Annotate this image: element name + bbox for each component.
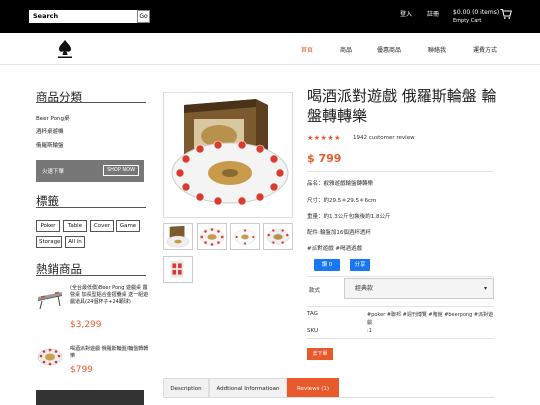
hot-product-price: $799 xyxy=(70,365,93,375)
nav-contact[interactable]: 聯絡我 xyxy=(428,45,446,54)
tag-all-in[interactable]: All in xyxy=(65,236,85,248)
top-bar: Search Go 登入 註冊 $0.00 (0 items) Empty Ca… xyxy=(0,0,540,33)
product-thumbnail[interactable] xyxy=(163,256,193,283)
nav-products[interactable]: 商品 xyxy=(340,45,352,54)
shop-now-button[interactable]: SHOP NOW xyxy=(103,165,139,176)
product-thumbnail[interactable] xyxy=(163,223,193,250)
cart-icon[interactable] xyxy=(500,8,512,20)
tag-value[interactable]: #poker #聯邦 #週刊博覽 #賭館 #beerpong #派對遊戲 xyxy=(367,311,497,327)
spec-accessories: 配件:輪盤加16個酒杯透杯 xyxy=(307,230,371,236)
login-link[interactable]: 登入 xyxy=(400,9,412,18)
rating-stars-icon: ★★★★★ xyxy=(307,134,341,142)
nav-home[interactable]: 首頁 xyxy=(301,45,313,54)
option-select-value: 經典款 xyxy=(355,285,374,292)
promo-banner: 火速下單 SHOP NOW xyxy=(36,160,144,182)
tabs-underline xyxy=(163,397,494,398)
register-link[interactable]: 註冊 xyxy=(427,9,439,18)
sku-value: :1 xyxy=(367,328,372,334)
divider xyxy=(307,171,494,172)
spec-weight: 重量：約1.3公斤包裝後約1.8公斤 xyxy=(307,214,391,220)
category-link[interactable]: Beer Pong桌 xyxy=(36,114,70,122)
categories-divider xyxy=(36,102,146,103)
cart-status: Empty Cart xyxy=(453,18,482,24)
hot-products-divider xyxy=(36,275,146,276)
spec-name: 品名：叡雅遊戲輪盤轉轉樂 xyxy=(307,181,374,187)
sidebar-banner-image[interactable] xyxy=(36,390,144,405)
tag-game[interactable]: Game xyxy=(116,220,140,232)
tag-label: TAG xyxy=(307,311,318,317)
category-link[interactable]: 俄羅斯輪盤 xyxy=(36,141,64,149)
search-button[interactable]: Go xyxy=(137,10,150,23)
sku-label: SKU xyxy=(307,328,318,334)
product-thumbnail[interactable] xyxy=(263,223,293,250)
tag-cover[interactable]: Cover xyxy=(90,220,114,232)
option-select[interactable]: 經典款 ▾ xyxy=(344,278,494,299)
divider xyxy=(307,338,494,339)
nav-shipping[interactable]: 運費方式 xyxy=(473,45,497,54)
product-price: $ 799 xyxy=(307,152,342,165)
chevron-down-icon: ▾ xyxy=(483,285,487,292)
cart-total[interactable]: $0.00 (0 items) xyxy=(453,9,499,16)
tab-reviews[interactable]: Reviews (1) xyxy=(287,378,339,398)
add-to-cart-button[interactable]: 去下單 xyxy=(307,348,333,360)
tag-poker[interactable]: Poker xyxy=(36,220,60,232)
tab-description[interactable]: Description xyxy=(163,378,209,398)
spec-size: 尺寸：約29.5＊29.5＊6cm xyxy=(307,198,377,204)
facebook-share-button[interactable]: 分享 xyxy=(350,259,370,271)
hot-product-price: $3,299 xyxy=(70,320,102,330)
product-title: 喝酒派對遊戲 俄羅斯輪盤 輪盤轉轉樂 xyxy=(307,87,497,125)
facebook-like-button[interactable]: 讚 0 xyxy=(314,259,340,271)
beer-pong-table-thumbnail[interactable] xyxy=(36,285,64,311)
tab-additional-information[interactable]: Addtional Informatioan xyxy=(209,378,287,398)
main-navbar: 首頁 商品 優惠商品 聯絡我 運費方式 xyxy=(0,33,540,65)
promo-banner-text: 火速下單 xyxy=(42,169,65,175)
brand-logo[interactable] xyxy=(55,38,75,60)
search-input[interactable]: Search xyxy=(29,10,137,23)
product-thumbnail[interactable] xyxy=(197,223,227,250)
tag-table[interactable]: Table xyxy=(63,220,87,232)
hot-product-name[interactable]: 喝酒派對遊戲 俄羅斯輪盤/輪盤轉轉樂 xyxy=(70,346,150,360)
nav-deals[interactable]: 優惠商品 xyxy=(377,45,401,54)
product-thumbnail[interactable] xyxy=(230,223,260,250)
hot-product-name[interactable]: (全台最低價)Beer Pong 遊戲桌 露營桌 加長型鋁合金摺疊桌 送一組遊戲… xyxy=(70,285,150,306)
tag-storage[interactable]: Storage xyxy=(36,236,62,248)
spec-hashtags: #派對遊戲 #喝酒遊戲 xyxy=(307,246,362,252)
review-count[interactable]: 1942 customer review xyxy=(353,135,415,141)
divider xyxy=(307,276,494,277)
category-link[interactable]: 酒杯桌遊機 xyxy=(36,127,64,135)
option-label: 款式 xyxy=(309,288,321,294)
product-main-image[interactable] xyxy=(163,92,293,218)
tags-divider xyxy=(36,207,146,208)
roulette-thumbnail[interactable] xyxy=(36,343,64,369)
divider xyxy=(307,306,494,307)
